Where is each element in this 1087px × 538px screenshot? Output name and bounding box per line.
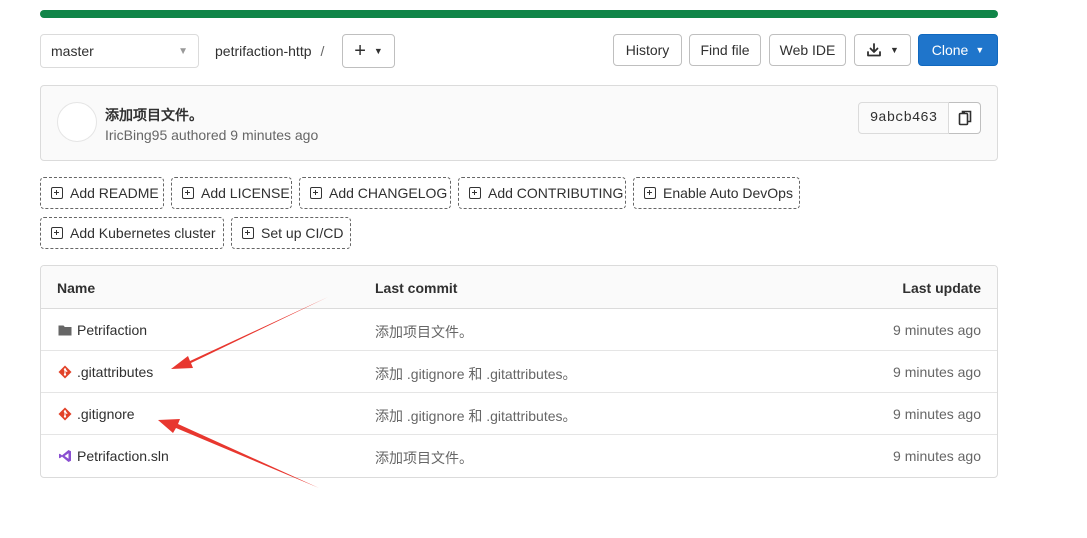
table-row[interactable]: .gitattributes 添加 .gitignore 和 .gitattri…: [41, 351, 997, 393]
git-file-icon: [58, 365, 72, 379]
add-contributing-button[interactable]: Add CONTRIBUTING: [458, 177, 626, 209]
clone-label: Clone: [931, 42, 969, 58]
file-name-cell[interactable]: Petrifaction: [58, 322, 147, 338]
breadcrumb-separator: /: [320, 43, 325, 59]
enable-auto-devops-button[interactable]: Enable Auto DevOps: [633, 177, 800, 209]
find-file-button[interactable]: Find file: [689, 34, 761, 66]
file-tree-header: Name Last commit Last update: [41, 266, 997, 309]
table-row[interactable]: Petrifaction.sln 添加项目文件。 9 minutes ago: [41, 435, 997, 477]
chevron-down-icon: ▼: [178, 45, 188, 57]
setup-ci-cd-button[interactable]: Set up CI/CD: [231, 217, 351, 249]
file-name[interactable]: Petrifaction.sln: [77, 448, 169, 464]
file-name[interactable]: Petrifaction: [77, 322, 147, 338]
branch-selector[interactable]: master ▼: [40, 34, 199, 68]
avatar[interactable]: [57, 102, 97, 142]
last-update-time: 9 minutes ago: [893, 406, 981, 422]
copy-icon: [958, 110, 971, 126]
commit-author-meta: IricBing95 authored 9 minutes ago: [105, 127, 319, 143]
chevron-down-icon: ▼: [890, 45, 899, 55]
download-icon: [867, 43, 881, 57]
quick-action-label: Set up CI/CD: [261, 225, 344, 241]
file-tree-table: Name Last commit Last update Petrifactio…: [40, 265, 998, 478]
add-changelog-button[interactable]: Add CHANGELOG: [299, 177, 451, 209]
plus-square-icon: [644, 187, 656, 199]
last-commit-message[interactable]: 添加 .gitignore 和 .gitattributes。: [375, 406, 577, 426]
chevron-down-icon: ▼: [373, 46, 383, 56]
folder-icon: [58, 325, 72, 336]
last-commit-panel: 添加项目文件。 IricBing95 authored 9 minutes ag…: [40, 85, 998, 161]
breadcrumb-project-link[interactable]: petrifaction-http: [215, 43, 312, 59]
download-dropdown-button[interactable]: ▼: [854, 34, 911, 66]
branch-name: master: [51, 43, 94, 59]
plus-square-icon: [310, 187, 322, 199]
plus-square-icon: [51, 187, 63, 199]
clone-button[interactable]: Clone ▼: [918, 34, 998, 66]
quick-action-label: Add CHANGELOG: [329, 185, 448, 201]
last-update-time: 9 minutes ago: [893, 364, 981, 380]
plus-icon: +: [354, 40, 366, 62]
add-readme-button[interactable]: Add README: [40, 177, 164, 209]
quick-action-label: Add README: [70, 185, 159, 201]
quick-action-label: Enable Auto DevOps: [663, 185, 793, 201]
commit-sha-group: 9abcb463: [858, 102, 981, 134]
file-name-cell[interactable]: .gitattributes: [58, 364, 153, 380]
file-name[interactable]: .gitattributes: [77, 364, 153, 380]
plus-square-icon: [51, 227, 63, 239]
last-update-time: 9 minutes ago: [893, 448, 981, 464]
add-to-tree-dropdown[interactable]: + ▼: [342, 34, 395, 68]
git-file-icon: [58, 407, 72, 421]
history-button[interactable]: History: [613, 34, 682, 66]
add-kubernetes-cluster-button[interactable]: Add Kubernetes cluster: [40, 217, 224, 249]
last-commit-message[interactable]: 添加项目文件。: [375, 448, 473, 468]
add-license-button[interactable]: Add LICENSE: [171, 177, 292, 209]
file-name-cell[interactable]: .gitignore: [58, 406, 135, 422]
table-row[interactable]: Petrifaction 添加项目文件。 9 minutes ago: [41, 309, 997, 351]
copy-sha-button[interactable]: [949, 102, 981, 134]
plus-square-icon: [242, 227, 254, 239]
web-ide-button[interactable]: Web IDE: [769, 34, 846, 66]
last-commit-message[interactable]: 添加项目文件。: [375, 322, 473, 342]
visual-studio-icon: [59, 450, 71, 462]
chevron-down-icon: ▼: [975, 45, 985, 55]
table-row[interactable]: .gitignore 添加 .gitignore 和 .gitattribute…: [41, 393, 997, 435]
last-commit-message[interactable]: 添加 .gitignore 和 .gitattributes。: [375, 364, 577, 384]
column-header-last-update: Last update: [902, 280, 981, 296]
quick-action-label: Add LICENSE: [201, 185, 290, 201]
quick-action-label: Add Kubernetes cluster: [70, 225, 216, 241]
plus-square-icon: [182, 187, 194, 199]
breadcrumb: petrifaction-http /: [215, 34, 324, 68]
repository-nav: master ▼ petrifaction-http / + ▼ History…: [40, 34, 998, 68]
commit-title-link[interactable]: 添加项目文件。: [105, 105, 203, 125]
file-name-cell[interactable]: Petrifaction.sln: [58, 448, 169, 464]
column-header-last-commit: Last commit: [375, 280, 458, 296]
pipeline-progress-bar: [40, 10, 998, 18]
quick-action-label: Add CONTRIBUTING: [488, 185, 624, 201]
plus-square-icon: [469, 187, 481, 199]
column-header-name: Name: [57, 280, 96, 296]
file-name[interactable]: .gitignore: [77, 406, 135, 422]
commit-sha[interactable]: 9abcb463: [858, 102, 949, 134]
last-update-time: 9 minutes ago: [893, 322, 981, 338]
